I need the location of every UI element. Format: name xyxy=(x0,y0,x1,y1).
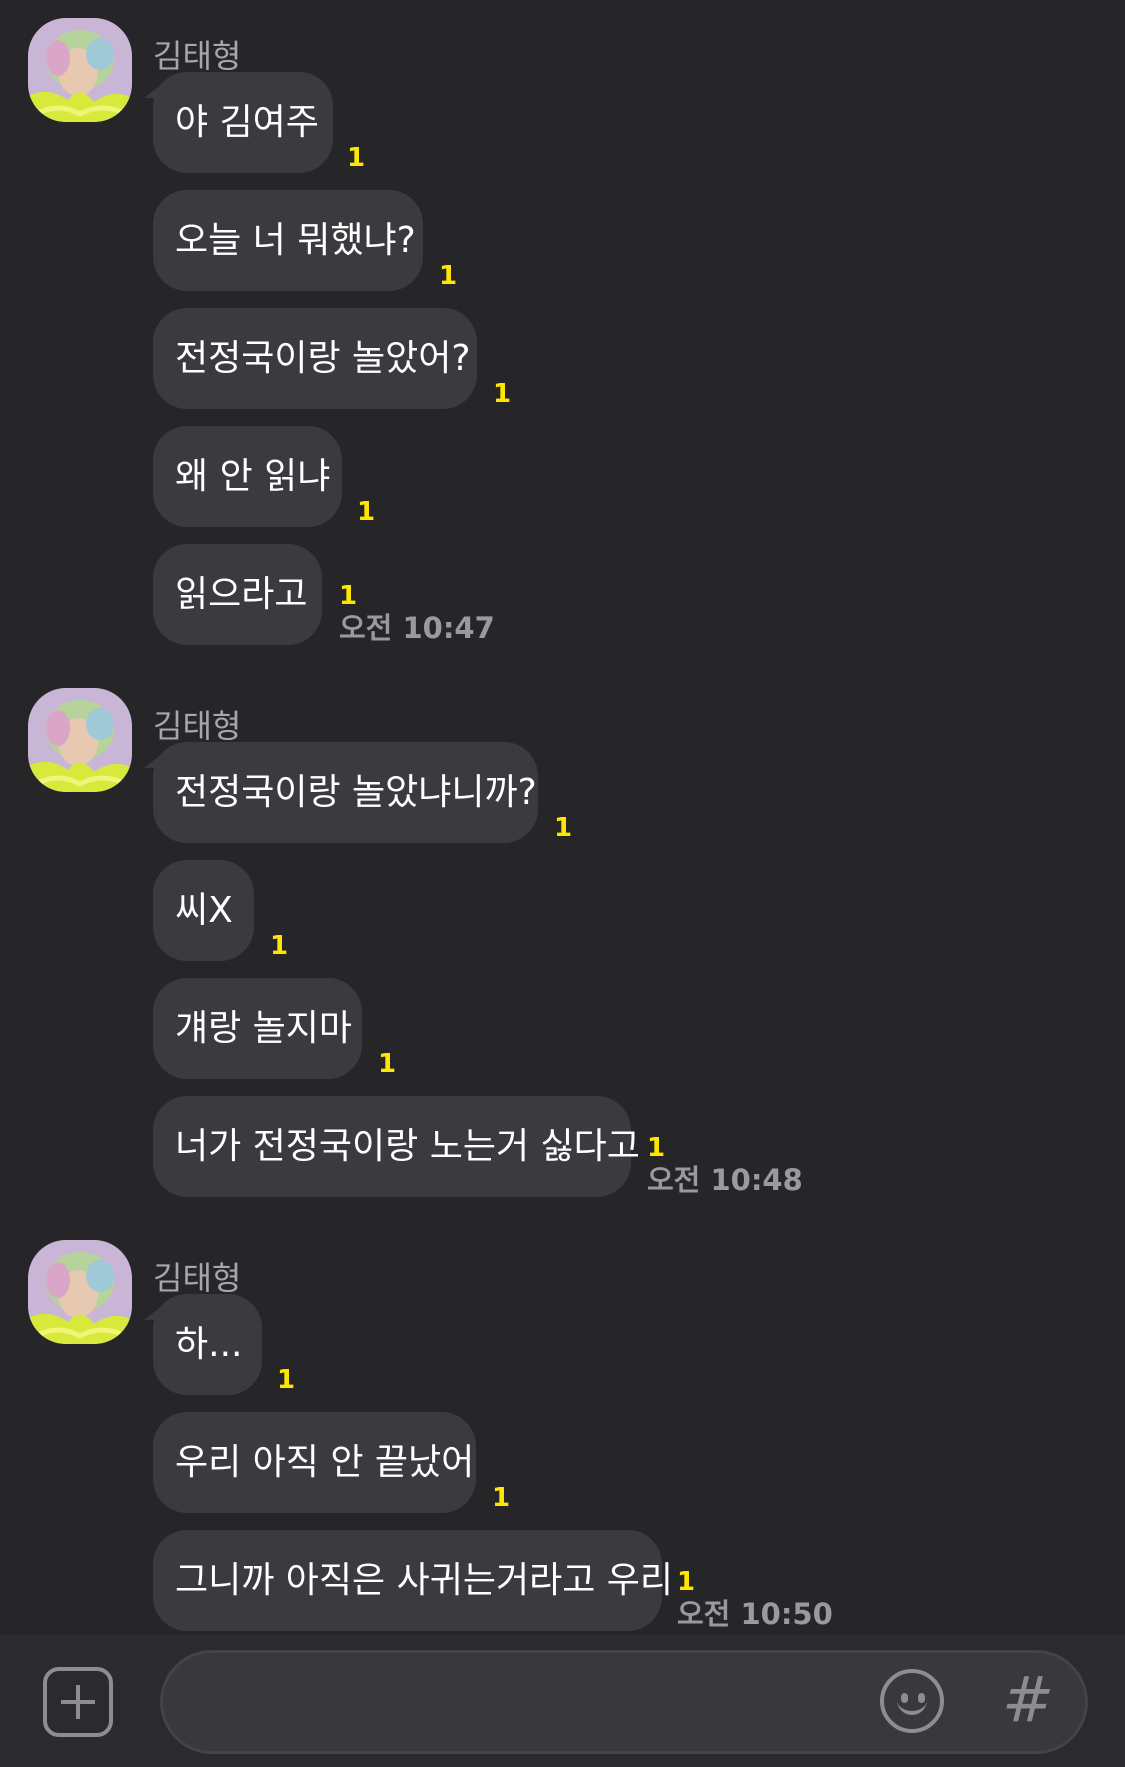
sender-name: 김태형 xyxy=(153,37,242,75)
unread-count: 1 xyxy=(347,143,366,173)
message-bubble[interactable]: 전정국이랑 놀았냐니까? xyxy=(144,742,538,843)
message-meta: 1 xyxy=(347,143,365,173)
message-text: 오늘 너 뭐했냐? xyxy=(175,220,416,261)
message-bubble[interactable]: 씨X xyxy=(153,860,254,961)
chat-log[interactable]: 김태형 야 김여주 1 오늘 너 뭐했냐? 1 전정국이랑 놀았어? 1 왜 안… xyxy=(0,0,1125,1635)
message-timestamp: 오전 10:50 xyxy=(677,1597,833,1631)
unread-count: 1 xyxy=(357,497,376,527)
message-meta: 1 오전 10:50 xyxy=(677,1567,833,1631)
message-meta: 1 xyxy=(554,813,572,843)
message-text: 읽으라고 xyxy=(175,574,308,615)
message-text: 왜 안 읽냐 xyxy=(175,456,331,497)
smiley-mouth xyxy=(897,1695,927,1715)
message-timestamp: 오전 10:48 xyxy=(647,1163,803,1197)
unread-count: 1 xyxy=(647,1133,666,1163)
message-meta: 1 오전 10:47 xyxy=(339,581,495,645)
message-text: 하... xyxy=(175,1324,243,1365)
message-input-bar xyxy=(0,1635,1125,1767)
message-meta: 1 xyxy=(277,1365,295,1395)
message-bubble[interactable]: 오늘 너 뭐했냐? xyxy=(153,190,423,291)
message-input[interactable] xyxy=(193,1673,897,1735)
message-text: 전정국이랑 놀았어? xyxy=(175,338,471,379)
message-bubble[interactable]: 그니까 아직은 사귀는거라고 우리 xyxy=(153,1530,673,1631)
message-text: 씨X xyxy=(175,890,233,931)
message-bubble[interactable]: 야 김여주 xyxy=(144,72,333,173)
sender-avatar[interactable] xyxy=(28,18,132,122)
message-timestamp: 오전 10:47 xyxy=(339,611,495,645)
unread-count: 1 xyxy=(492,1483,511,1513)
smiley-icon[interactable] xyxy=(880,1669,944,1733)
message-text: 그니까 아직은 사귀는거라고 우리 xyxy=(175,1560,674,1601)
plus-square-icon[interactable] xyxy=(43,1667,113,1737)
message-input-field[interactable] xyxy=(160,1650,1088,1754)
message-text: 너가 전정국이랑 노는거 싫다고 xyxy=(175,1126,640,1167)
unread-count: 1 xyxy=(270,931,289,961)
message-meta: 1 xyxy=(378,1049,396,1079)
message-text: 전정국이랑 놀았냐니까? xyxy=(175,772,537,813)
message-bubble[interactable]: 너가 전정국이랑 노는거 싫다고 xyxy=(153,1096,640,1197)
message-meta: 1 xyxy=(492,1483,510,1513)
sender-avatar[interactable] xyxy=(28,1240,132,1344)
unread-count: 1 xyxy=(493,379,512,409)
message-text: 우리 아직 안 끝났어 xyxy=(175,1442,475,1483)
unread-count: 1 xyxy=(378,1049,397,1079)
message-meta: 1 xyxy=(493,379,511,409)
message-bubble[interactable]: 전정국이랑 놀았어? xyxy=(153,308,477,409)
message-text: 야 김여주 xyxy=(175,102,319,143)
message-meta: 1 오전 10:48 xyxy=(647,1133,803,1197)
sender-name: 김태형 xyxy=(153,707,242,745)
message-bubble[interactable]: 왜 안 읽냐 xyxy=(153,426,342,527)
message-bubble[interactable]: 하... xyxy=(144,1294,262,1395)
hashtag-icon[interactable]: # xyxy=(1000,1665,1056,1735)
message-meta: 1 xyxy=(270,931,288,961)
message-text: 걔랑 놀지마 xyxy=(175,1008,353,1049)
sender-avatar[interactable] xyxy=(28,688,132,792)
unread-count: 1 xyxy=(339,581,358,611)
sender-name: 김태형 xyxy=(153,1259,242,1297)
unread-count: 1 xyxy=(554,813,573,843)
unread-count: 1 xyxy=(677,1567,696,1597)
unread-count: 1 xyxy=(439,261,458,291)
message-bubble[interactable]: 걔랑 놀지마 xyxy=(153,978,362,1079)
message-bubble[interactable]: 읽으라고 xyxy=(153,544,322,645)
message-bubble[interactable]: 우리 아직 안 끝났어 xyxy=(153,1412,476,1513)
message-meta: 1 xyxy=(439,261,457,291)
message-meta: 1 xyxy=(357,497,375,527)
unread-count: 1 xyxy=(277,1365,296,1395)
